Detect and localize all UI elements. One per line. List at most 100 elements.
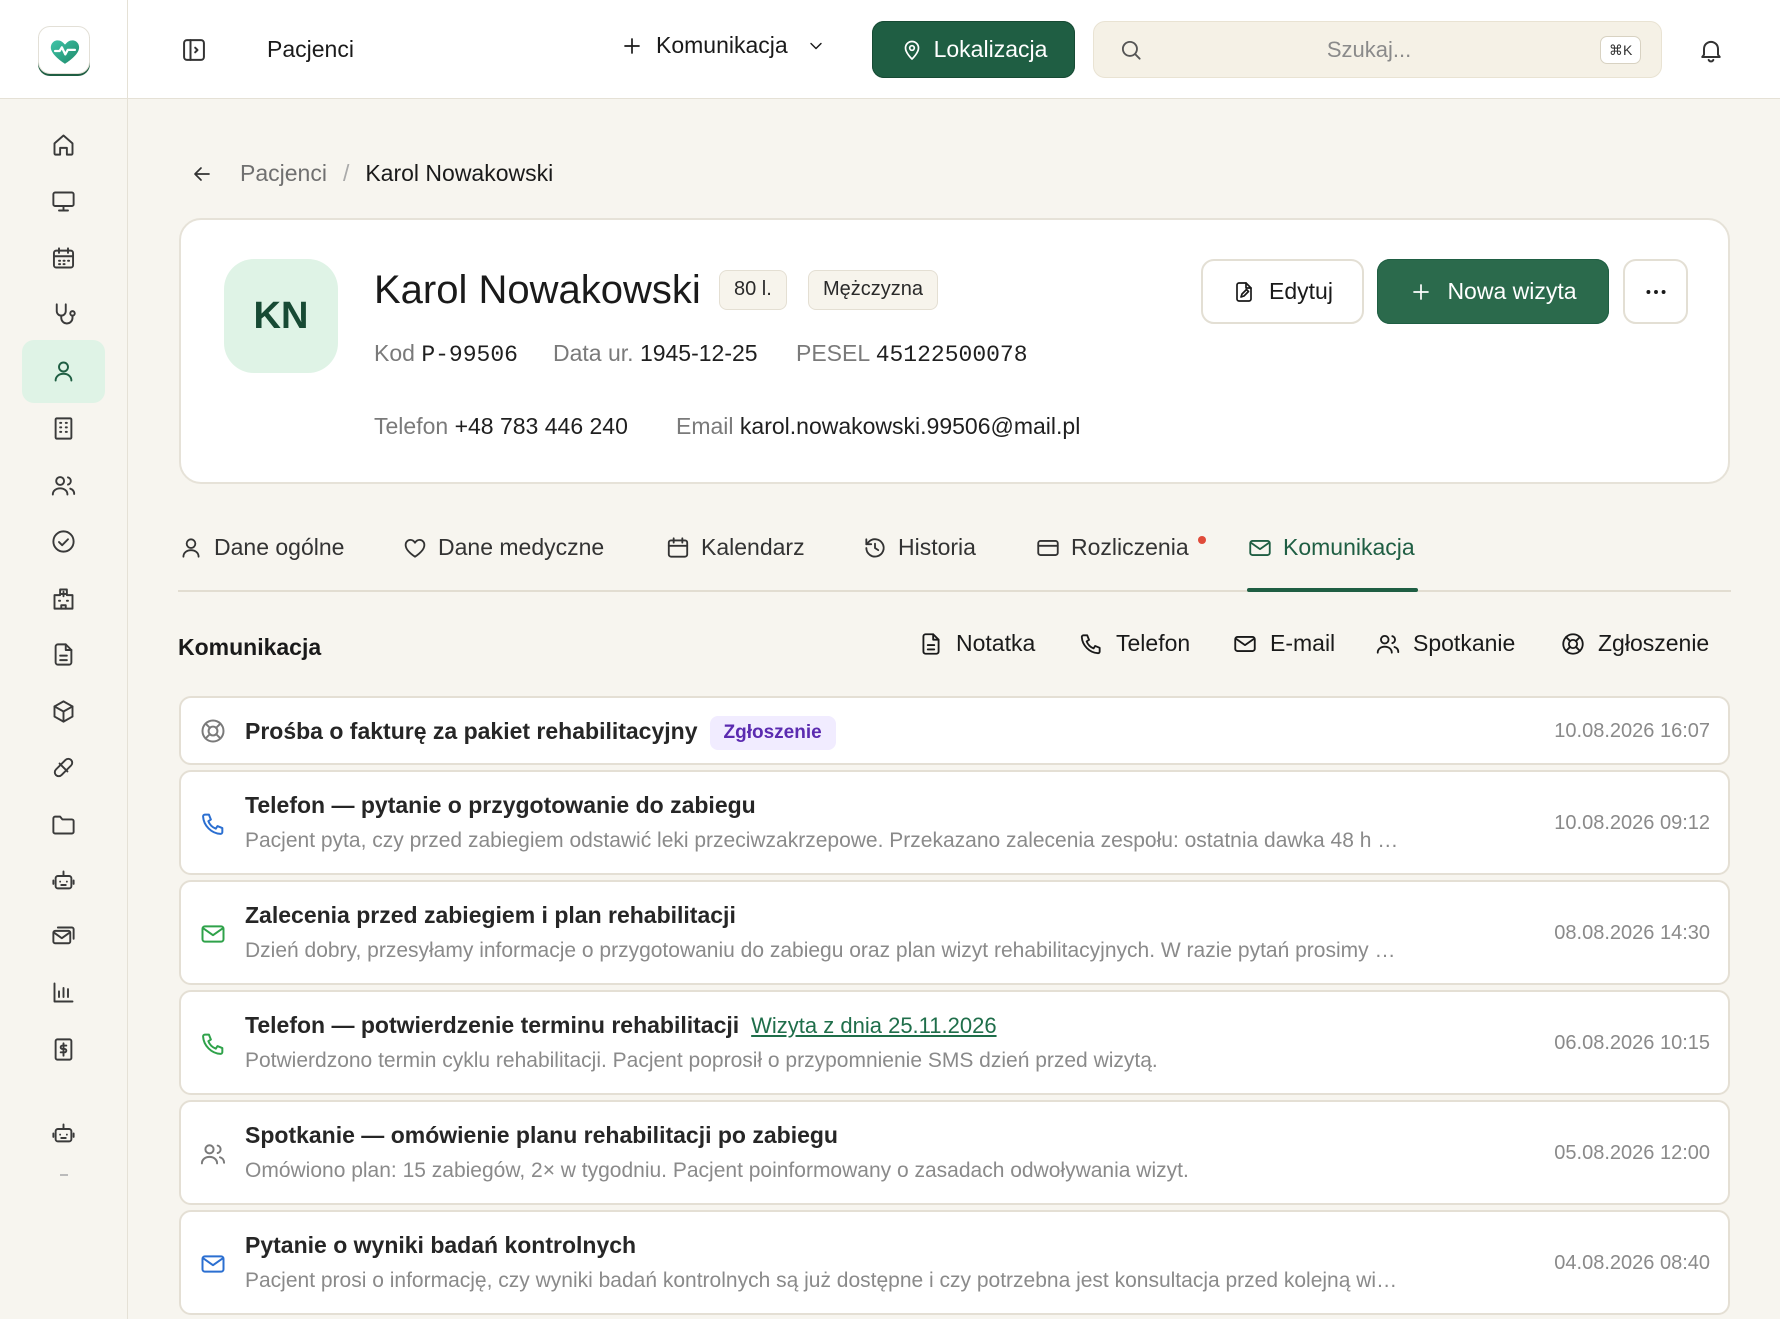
sidebar-item-building[interactable]	[22, 397, 105, 460]
breadcrumb-parent-link[interactable]: Pacjenci	[240, 160, 327, 187]
add-phone-button[interactable]: Telefon	[1078, 630, 1190, 657]
home-icon	[53, 134, 74, 156]
sidebar-item-robot[interactable]	[22, 1102, 105, 1165]
row-description: Omówiono plan: 15 zabiegów, 2× w tygodni…	[245, 1159, 1189, 1182]
sidebar-toggle-button[interactable]	[180, 36, 208, 64]
row-timestamp: 08.08.2026 14:30	[1554, 922, 1710, 944]
billing-notification-dot	[1198, 536, 1206, 544]
tab-label: Komunikacja	[1283, 534, 1415, 560]
panel-left-icon	[183, 39, 205, 61]
lifebuoy-icon	[1562, 632, 1584, 655]
tab-label: Rozliczenia	[1071, 534, 1189, 560]
top-bar: Pacjenci Komunikacja Lokalizacja ⌘K	[0, 0, 1780, 99]
search-input[interactable]	[1154, 30, 1584, 70]
tab-label: Dane ogólne	[214, 534, 345, 560]
user-icon	[54, 361, 73, 382]
hospital-icon	[53, 588, 74, 610]
mail-icon	[201, 1255, 225, 1273]
tab-label: Kalendarz	[701, 534, 805, 560]
sidebar-item-calendar[interactable]	[22, 227, 105, 290]
notifications-button[interactable]	[1697, 36, 1725, 64]
tab-medical[interactable]: Dane medyczne	[402, 534, 604, 561]
row-title: Pytanie o wyniki badań kontrolnych	[245, 1232, 637, 1258]
communication-dropdown-label: Komunikacja	[656, 32, 788, 58]
communication-row[interactable]: Telefon — potwierdzenie terminu rehabili…	[179, 990, 1730, 1095]
back-button[interactable]	[190, 162, 214, 186]
row-description: Potwierdzono termin cyklu rehabilitacji.…	[245, 1049, 1158, 1072]
sidebar-item-stethoscope[interactable]	[22, 283, 105, 346]
row-title-text: Prośba o fakturę za pakiet rehabilitacyj…	[245, 718, 698, 745]
search-icon	[1121, 40, 1141, 60]
patient-pesel-value: 45122500078	[875, 342, 1028, 368]
tab-general[interactable]: Dane ogólne	[178, 534, 344, 561]
edit-file-icon	[1236, 281, 1252, 302]
sidebar-item-mail-stack[interactable]	[22, 905, 105, 968]
sidebar-item-package[interactable]	[22, 680, 105, 743]
sidebar-item-home[interactable]	[22, 113, 105, 176]
patient-email-value: karol.nowakowski.99506@mail.pl	[739, 413, 1081, 439]
patient-code-label: Kod	[374, 340, 415, 366]
row-description: Dzień dobry, przesyłamy informacje o prz…	[245, 939, 1405, 962]
add-ticket-button[interactable]: Zgłoszenie	[1560, 630, 1709, 657]
communication-row[interactable]: Prośba o fakturę za pakiet rehabilitacyj…	[179, 696, 1730, 765]
sidebar-item-pill[interactable]	[22, 736, 105, 799]
patient-pesel: PESEL 45122500078	[796, 340, 1028, 368]
patient-phone-label: Telefon	[374, 413, 449, 439]
tab-history[interactable]: Historia	[862, 534, 976, 561]
communication-row[interactable]: Telefon — pytanie o przygotowanie do zab…	[179, 770, 1730, 875]
package-icon	[53, 700, 74, 723]
sidebar-item-bar-chart[interactable]	[22, 961, 105, 1024]
tab-communication[interactable]: Komunikacja	[1247, 534, 1415, 561]
edit-button[interactable]: Edytuj	[1201, 259, 1364, 324]
tab-billing[interactable]: Rozliczenia	[1035, 534, 1189, 561]
patient-dob-label: Data ur.	[553, 340, 634, 366]
visit-link[interactable]: Wizyta z dnia 25.11.2026	[751, 1013, 996, 1038]
user-icon	[182, 537, 200, 558]
sidebar-item-document[interactable]	[22, 623, 105, 686]
sidebar-item-folder[interactable]	[22, 793, 105, 856]
location-button[interactable]: Lokalizacja	[872, 21, 1075, 78]
communication-row[interactable]: Zalecenia przed zabiegiem i plan rehabil…	[179, 880, 1730, 985]
add-meeting-button[interactable]: Spotkanie	[1375, 630, 1515, 657]
logo-cell	[0, 0, 128, 99]
sidebar-item-check-circle[interactable]	[22, 510, 105, 573]
heart-pulse-icon	[50, 40, 80, 64]
search-shortcut-badge: ⌘K	[1600, 36, 1642, 64]
patient-email-label: Email	[676, 413, 734, 439]
communication-row[interactable]: Pytanie o wyniki badań kontrolnych Pacje…	[179, 1210, 1730, 1315]
building-icon	[54, 417, 73, 440]
communication-dropdown[interactable]: Komunikacja	[620, 32, 826, 59]
users-icon	[1376, 634, 1400, 654]
sidebar-item-hospital[interactable]	[22, 567, 105, 630]
more-options-button[interactable]	[1623, 259, 1688, 324]
app-logo[interactable]	[38, 26, 90, 74]
sidebar-item-monitor[interactable]	[22, 170, 105, 233]
row-type-icon	[199, 1250, 227, 1278]
add-note-button[interactable]: Notatka	[918, 630, 1035, 657]
lifebuoy-icon	[201, 719, 225, 743]
age-chip: 80 l.	[719, 270, 787, 310]
document-icon	[54, 643, 73, 666]
users-icon	[51, 476, 76, 496]
add-email-label: E-mail	[1270, 630, 1336, 656]
sidebar-item-dollar-file[interactable]	[22, 1018, 105, 1081]
row-timestamp: 10.08.2026 16:07	[1554, 720, 1710, 742]
patient-phone-value: +48 783 446 240	[454, 413, 628, 439]
breadcrumb: Pacjenci / Karol Nowakowski	[190, 160, 553, 187]
add-email-button[interactable]: E-mail	[1232, 630, 1335, 657]
note-icon	[922, 632, 940, 655]
patient-code: Kod P-99506	[374, 340, 518, 368]
communication-row[interactable]: Spotkanie — omówienie planu rehabilitacj…	[179, 1100, 1730, 1205]
folder-icon	[52, 815, 75, 835]
sidebar-item-users[interactable]	[22, 454, 105, 517]
row-type-icon	[199, 1030, 227, 1058]
new-visit-button[interactable]: Nowa wizyta	[1377, 259, 1609, 324]
sidebar-item-user[interactable]	[22, 340, 105, 403]
mail-icon	[201, 925, 225, 943]
search-box: ⌘K	[1093, 21, 1662, 78]
location-button-label: Lokalizacja	[933, 36, 1048, 62]
map-pin-icon	[904, 40, 919, 60]
sidebar-item-robot[interactable]	[22, 849, 105, 912]
add-meeting-label: Spotkanie	[1413, 630, 1516, 656]
tab-calendar[interactable]: Kalendarz	[665, 534, 805, 561]
